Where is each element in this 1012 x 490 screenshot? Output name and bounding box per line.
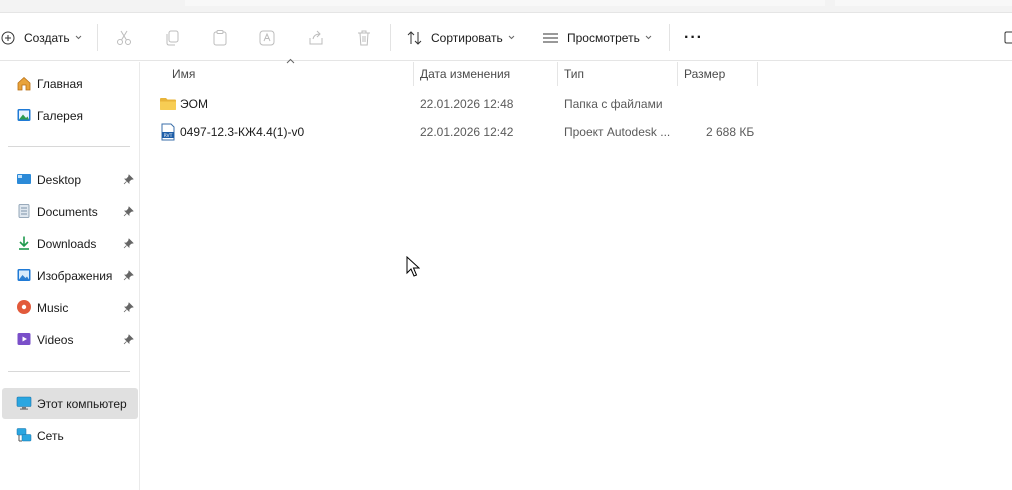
sort-arrows-icon (407, 30, 422, 45)
this-pc-icon (16, 396, 32, 410)
cut-button[interactable] (115, 14, 133, 61)
copy-button[interactable] (163, 14, 181, 61)
create-label: Создать (24, 30, 70, 45)
navigation-pane: Главная Галерея Desktop Documents Downlo… (0, 62, 140, 490)
sidebar-item-label: Documents (37, 205, 98, 219)
sidebar-item-label: Изображения (37, 269, 113, 283)
documents-icon (18, 204, 30, 218)
svg-text:RVT: RVT (164, 133, 173, 139)
sidebar-item-label: Сеть (37, 429, 64, 443)
gallery-icon (17, 109, 31, 121)
clipboard-icon (213, 29, 227, 45)
sidebar-item-music[interactable]: Music (0, 292, 138, 322)
sidebar-item-label: Downloads (37, 237, 97, 251)
sidebar-item-label: Music (37, 301, 69, 315)
title-bar-strip (0, 0, 1012, 13)
sidebar-item-label: Главная (37, 77, 83, 91)
share-button[interactable] (307, 14, 325, 61)
rename-button[interactable] (258, 14, 276, 61)
column-header-name[interactable]: Имя (172, 67, 195, 81)
search-box-edge (835, 0, 1012, 6)
sidebar-item-label: Этот компьютер (37, 397, 127, 411)
rename-icon (259, 30, 275, 45)
music-icon (17, 300, 31, 314)
rvt-file-icon: RVT (161, 123, 175, 141)
pin-icon[interactable] (123, 302, 134, 313)
sidebar-item-pictures[interactable]: Изображения (0, 260, 138, 290)
desktop-icon (17, 174, 31, 184)
sidebar-item-videos[interactable]: Videos (0, 324, 138, 354)
command-bar: Создать Сортировать Просмотреть ··· (0, 14, 1012, 61)
view-list-icon (543, 33, 558, 42)
sidebar-item-network[interactable]: Сеть (0, 420, 138, 450)
sidebar-item-label: Галерея (37, 109, 84, 123)
downloads-icon (19, 236, 29, 250)
trash-icon (358, 30, 370, 45)
file-list-pane: Имя Дата изменения Тип Размер ЭОМ 22.01.… (141, 58, 1012, 490)
column-header-size[interactable]: Размер (684, 67, 725, 81)
videos-icon (17, 333, 31, 345)
scissors-icon (117, 30, 131, 45)
chevron-down-icon (645, 35, 652, 40)
sidebar-item-label: Desktop (37, 173, 82, 187)
view-button[interactable]: Просмотреть (542, 14, 652, 61)
copy-icon (166, 30, 179, 45)
sidebar-divider (8, 146, 130, 147)
paste-button[interactable] (211, 14, 229, 61)
sort-label: Сортировать (431, 30, 503, 45)
sidebar-item-home[interactable]: Главная (0, 68, 138, 98)
delete-button[interactable] (355, 14, 373, 61)
sidebar-item-this-pc[interactable]: Этот компьютер (2, 388, 138, 419)
pin-icon[interactable] (123, 334, 134, 345)
address-bar-edge (185, 0, 825, 6)
sidebar-item-label: Videos (37, 333, 74, 347)
sidebar-divider (8, 371, 130, 372)
column-header-type[interactable]: Тип (564, 67, 584, 81)
column-resizer[interactable] (757, 62, 758, 86)
table-row[interactable]: RVT 0497-12.3-КЖ4.4(1)-v0 22.01.2026 12:… (155, 118, 765, 146)
file-type: Папка с файлами (564, 97, 663, 111)
plus-circle-icon (1, 31, 15, 44)
file-date: 22.01.2026 12:42 (420, 125, 514, 139)
mouse-cursor-icon (406, 256, 420, 277)
pin-icon[interactable] (123, 270, 134, 281)
sidebar-item-desktop[interactable]: Desktop (0, 164, 138, 194)
create-button[interactable]: Создать (0, 14, 82, 61)
chevron-down-icon (75, 35, 81, 40)
column-resizer[interactable] (677, 62, 678, 86)
home-icon (17, 76, 31, 91)
column-header-row: Имя Дата изменения Тип Размер (141, 62, 1012, 87)
sort-button[interactable]: Сортировать (406, 14, 515, 61)
pin-icon[interactable] (123, 174, 134, 185)
more-icon: ··· (684, 28, 703, 46)
more-options-button[interactable]: ··· (684, 14, 703, 61)
sidebar-item-gallery[interactable]: Галерея (0, 100, 138, 130)
share-icon (309, 30, 323, 44)
column-resizer[interactable] (413, 62, 414, 86)
table-row[interactable]: ЭОМ 22.01.2026 12:48 Папка с файлами (155, 90, 765, 118)
toolbar-separator (97, 24, 98, 51)
column-resizer[interactable] (557, 62, 558, 86)
view-label: Просмотреть (567, 30, 640, 45)
network-icon (16, 428, 32, 442)
file-size: 2 688 КБ (706, 125, 755, 139)
file-name: 0497-12.3-КЖ4.4(1)-v0 (180, 125, 305, 139)
file-type: Проект Autodesk ... (564, 125, 671, 139)
file-name: ЭОМ (180, 97, 208, 111)
sidebar-item-downloads[interactable]: Downloads (0, 228, 138, 258)
file-date: 22.01.2026 12:48 (420, 97, 514, 111)
pin-icon[interactable] (123, 238, 134, 249)
column-header-date[interactable]: Дата изменения (420, 67, 510, 81)
details-pane-button[interactable] (1004, 14, 1012, 61)
details-pane-icon (1004, 31, 1012, 43)
folder-icon (160, 98, 176, 110)
sidebar-item-documents[interactable]: Documents (0, 196, 138, 226)
pin-icon[interactable] (123, 206, 134, 217)
chevron-down-icon (508, 35, 515, 40)
toolbar-separator (390, 24, 391, 51)
toolbar-separator (669, 24, 670, 51)
pictures-icon (17, 269, 31, 281)
